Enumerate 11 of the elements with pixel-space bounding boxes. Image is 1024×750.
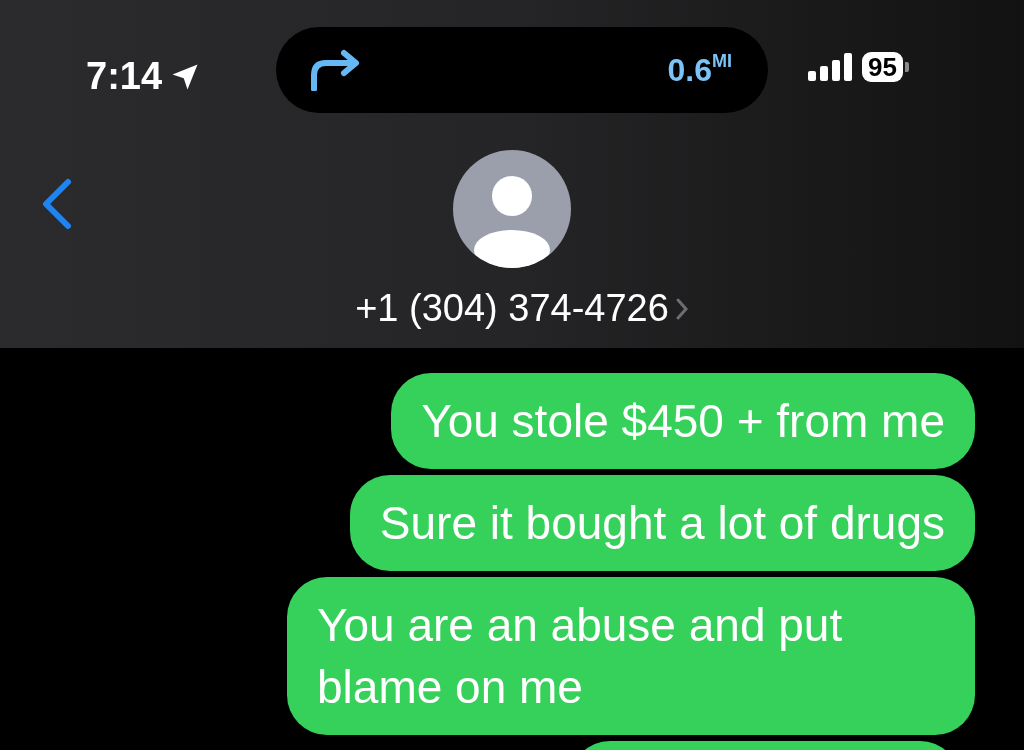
signal-icon [808, 53, 854, 81]
message-bubble: You are an abuse and put blame on me [287, 577, 975, 735]
message-bubble: Sure it bought a lot of drugs [349, 475, 975, 571]
battery-icon: 95 [862, 52, 903, 82]
back-chevron-icon [40, 178, 74, 230]
battery-tip-icon [904, 62, 909, 72]
contact-avatar-icon [453, 150, 571, 268]
message-bubble: You stole $450 + from me [391, 373, 975, 469]
contact-name[interactable]: +1 (304) 374-4726 [355, 280, 669, 337]
status-time: 7:14 [86, 54, 163, 99]
chevron-right-icon [674, 296, 689, 321]
